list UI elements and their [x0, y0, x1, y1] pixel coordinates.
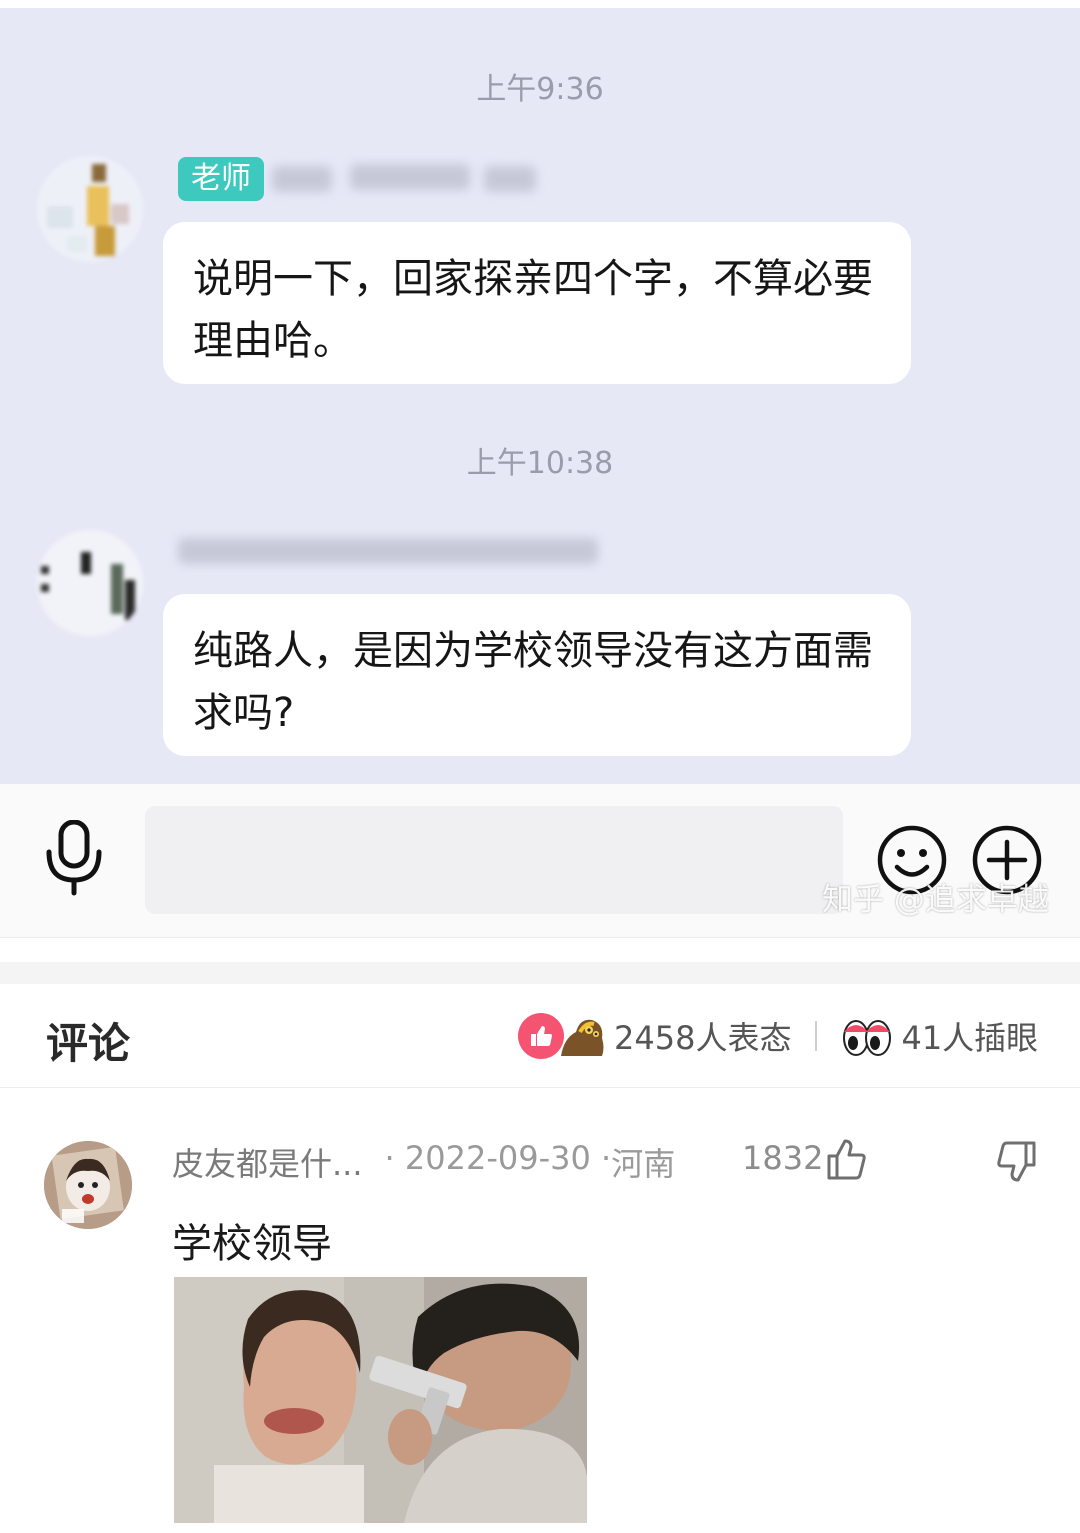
comment-like-count: 1832 — [742, 1139, 824, 1177]
reaction-separator — [815, 1021, 818, 1051]
message-bubble-2[interactable]: 纯路人，是因为学校领导没有这方面需求吗? — [163, 594, 911, 756]
like-reaction-icon — [518, 1013, 564, 1059]
comment-meta: 皮友都是什... · 2022-09-30 · 河南 — [172, 1139, 675, 1185]
comment-image[interactable] — [174, 1277, 587, 1523]
reactions-count: 2458人表态 — [614, 1019, 792, 1057]
message-text-2: 纯路人，是因为学校领导没有这方面需求吗? — [193, 628, 873, 736]
eyes-reaction-icon — [843, 1020, 892, 1056]
timestamp-1: 上午9:36 — [476, 72, 604, 107]
sender-name-blurred — [272, 166, 332, 192]
comments-title: 评论 — [46, 1019, 131, 1068]
thumbs-up-icon[interactable] — [826, 1137, 868, 1181]
sender-name-blurred — [350, 164, 470, 190]
header-divider — [0, 1087, 1080, 1088]
comment-avatar[interactable] — [44, 1141, 132, 1229]
comment-username[interactable]: 皮友都是什... — [172, 1139, 363, 1185]
message-input[interactable] — [145, 806, 843, 914]
sender-avatar-2[interactable] — [37, 530, 143, 636]
comment-date: · 2022-09-30 · — [384, 1139, 612, 1177]
sender-name-blurred — [484, 166, 536, 192]
comment-location: 河南 — [611, 1145, 676, 1183]
sender-avatar-1[interactable] — [37, 156, 143, 262]
chat-screenshot: 上午9:36 老师 说明一下，回家探亲四个字，不算必要理由哈。 上午10:38 … — [0, 0, 1080, 938]
teacher-role-badge: 老师 — [178, 157, 264, 201]
microphone-icon[interactable] — [42, 820, 106, 896]
message-text-1: 说明一下，回家探亲四个字，不算必要理由哈。 — [193, 256, 873, 364]
sender-name-blurred — [178, 538, 598, 564]
reaction-summary[interactable]: 2458人表态 41人插眼 — [518, 1008, 1038, 1064]
watermark: 知乎 @追求卓越 — [822, 882, 1049, 918]
section-divider — [0, 962, 1080, 984]
timestamp-2: 上午10:38 — [466, 446, 614, 481]
eyes-count: 41人插眼 — [901, 1019, 1039, 1057]
thumbs-down-icon[interactable] — [995, 1140, 1037, 1184]
mud-reaction-icon — [561, 1019, 604, 1056]
comment-text: 学校领导 — [172, 1221, 332, 1267]
message-bubble-1[interactable]: 说明一下，回家探亲四个字，不算必要理由哈。 — [163, 222, 911, 384]
